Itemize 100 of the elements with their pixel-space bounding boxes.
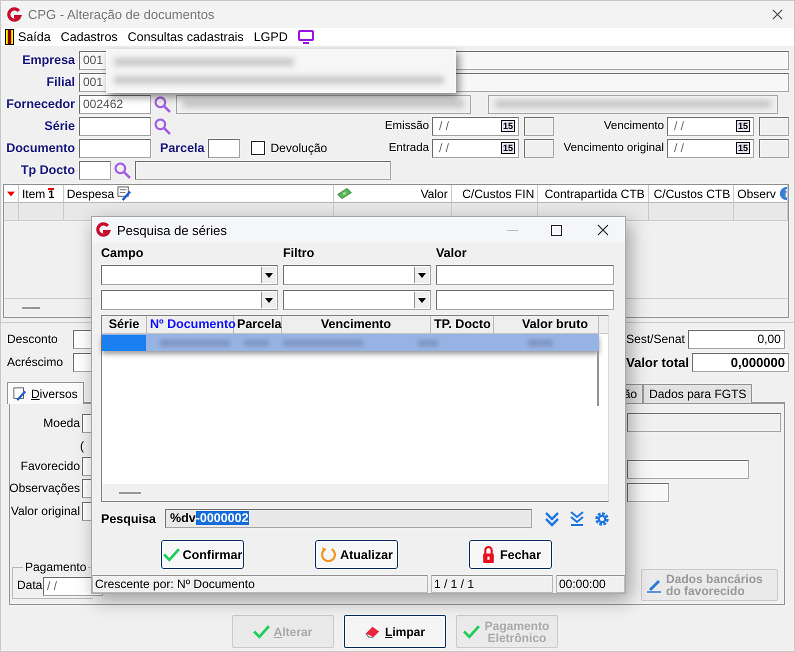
field-select[interactable] [101,265,278,285]
field-label: Favorecido [20,459,80,473]
field-label: Filial [46,75,75,89]
dropdown-arrow-icon[interactable] [418,298,426,302]
calendar-button[interactable]: 15 [736,142,750,154]
menu-item[interactable]: Consultas cadastrais [128,30,244,44]
date-label: Vencimento [602,120,664,132]
maximize-icon[interactable] [551,224,562,236]
panel-field[interactable] [82,456,92,476]
status-text: Crescente por: Nº Documento [92,575,428,593]
scroll-handle[interactable] [22,307,40,309]
supplier-field[interactable]: 002462 [79,94,151,114]
chevron-to-bottom-icon[interactable] [569,510,585,526]
triangle-icon[interactable] [7,190,15,196]
column-header[interactable]: Parcela [234,316,282,333]
dropdown-arrow-icon[interactable] [418,272,426,278]
filter-label: Valor [436,247,468,260]
tab[interactable]: Dados para FGTS [643,384,752,403]
column-header[interactable]: Contrapartida CTB [544,186,645,200]
status-text: 1 / 1 / 1 [431,575,553,593]
column-header[interactable]: Item [22,186,46,200]
filter-select[interactable] [283,290,431,310]
tab[interactable]: Diversos [7,382,84,404]
logo-icon [6,6,22,22]
column-header[interactable]: Vencimento [282,316,431,333]
dialog-button[interactable]: Confirmar [161,540,244,569]
field-label: Tp Docto [20,163,75,177]
amount-field[interactable] [73,330,93,348]
value-field[interactable] [436,265,614,285]
refresh-icon [320,546,338,563]
date-field[interactable]: / / 15 [667,138,754,158]
panel-field[interactable] [627,460,749,479]
menu-item[interactable]: LGPD [254,30,288,44]
small-field [524,138,554,158]
dialog-button[interactable]: Atualizar [315,540,398,569]
filter-label: Filtro [283,247,316,260]
installment-field[interactable] [208,138,240,158]
menu-item[interactable]: Cadastros [60,30,118,44]
settings-icon[interactable] [594,510,610,526]
notepad-pencil-icon [13,386,27,400]
date-label: Vencimento original [562,142,664,154]
close-icon[interactable] [772,9,783,20]
amount-field[interactable] [73,352,93,372]
field-label: Moeda [43,416,80,430]
search-icon[interactable] [154,118,171,134]
search-icon[interactable] [114,162,131,178]
panel-field[interactable] [627,483,669,502]
search-field[interactable]: %dv-0000002 [165,509,532,528]
search-icon[interactable] [154,96,171,112]
value-field[interactable] [436,290,614,310]
date-field[interactable]: / / 15 [432,116,519,136]
dialog-button[interactable]: Fechar [469,540,552,569]
document-field[interactable] [79,138,151,158]
window-title: CPG - Alteração de documentos [28,7,214,22]
total-label: Desconto [7,332,59,346]
dropdown-arrow-icon[interactable] [265,272,273,278]
field-label: Série [43,119,75,133]
field-label: Documento [5,141,75,155]
monitor-icon[interactable] [298,30,314,44]
column-header[interactable]: C/Custos FIN [462,186,534,200]
date-field[interactable]: / / 15 [667,116,754,136]
column-header[interactable]: C/Custos CTB [654,186,730,200]
series-field[interactable] [79,116,151,136]
doc-type-field[interactable] [79,160,111,180]
column-header[interactable]: TP. Docto [431,316,494,333]
checkbox-label: Devolução [270,141,328,155]
column-header[interactable]: Valor bruto [494,316,599,333]
column-header[interactable]: Despesa [66,186,114,200]
door-icon [5,29,14,45]
status-text: 00:00:00 [556,575,625,593]
close-icon[interactable] [597,224,609,236]
field-label: Observações [9,481,80,495]
calendar-button[interactable]: 15 [500,120,515,132]
date-label: Emissão [384,120,429,132]
panel-field[interactable] [82,414,92,432]
panel-field[interactable] [82,478,92,498]
footer-button[interactable]: Limpar [344,615,446,648]
filter-select[interactable] [283,265,431,285]
checkbox[interactable] [251,141,266,155]
menu-item[interactable]: Saída [18,30,51,44]
search-label: Pesquisa [101,512,157,526]
field-label: Fornecedor [5,97,75,111]
dropdown-arrow-icon[interactable] [265,298,273,302]
panel-field[interactable] [82,502,92,520]
field-select[interactable] [101,290,278,310]
scroll-handle[interactable] [119,492,141,494]
calendar-button[interactable]: 15 [500,142,515,154]
date-field[interactable]: / / 15 [432,138,519,158]
field-label: Empresa [21,53,75,67]
column-header[interactable]: Observ [737,186,776,200]
column-header[interactable]: Série [102,316,147,333]
column-header[interactable]: Valor [420,186,448,200]
calendar-button[interactable]: 15 [736,120,750,132]
checkmark-icon [462,623,480,640]
column-header[interactable]: Nº Documento [147,316,234,333]
logo-icon [95,222,111,238]
sort-indicator[interactable]: 1 [48,188,54,200]
scrollbar[interactable] [597,351,599,406]
double-chevron-icon[interactable] [544,510,560,526]
lock-icon [480,546,497,563]
